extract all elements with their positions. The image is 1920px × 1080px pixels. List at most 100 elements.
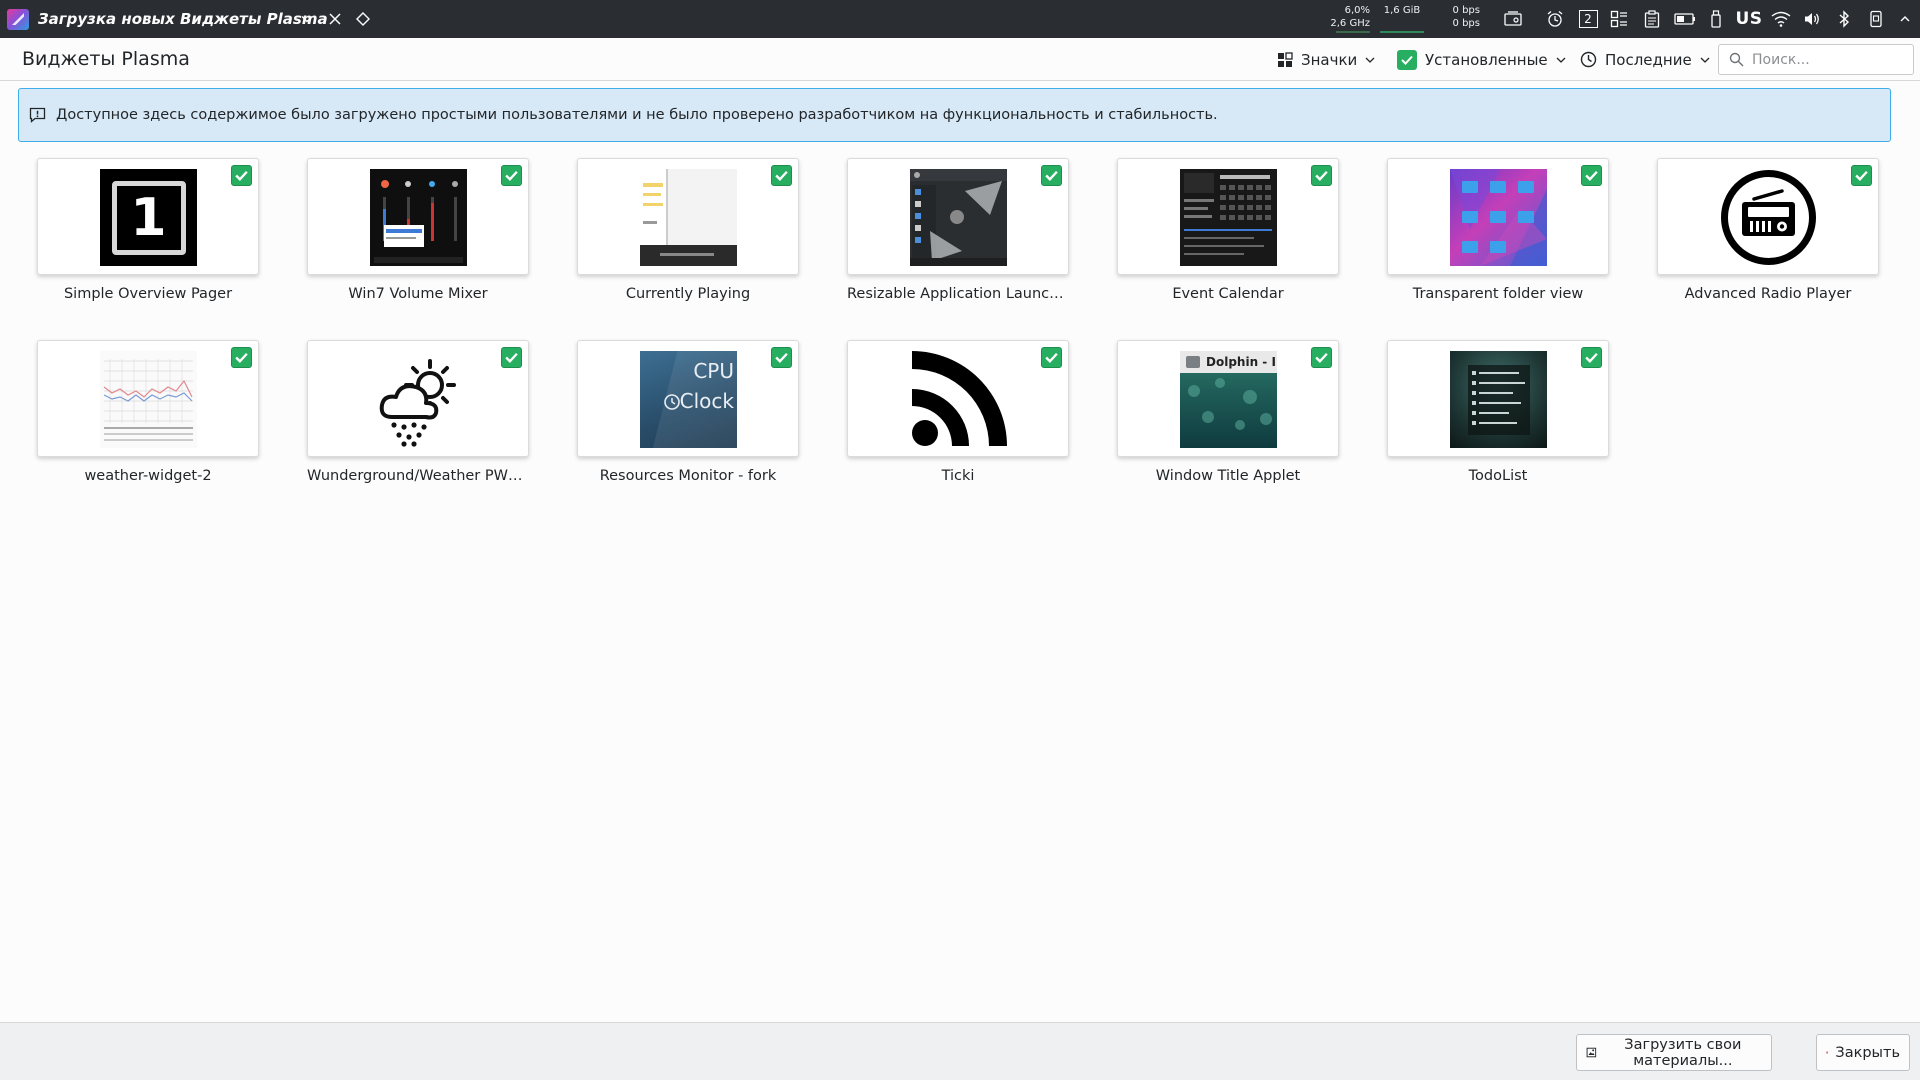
widget-card[interactable] <box>577 158 799 275</box>
info-message-icon <box>29 107 46 123</box>
pager-icon[interactable]: 2 <box>1577 8 1599 30</box>
wifi-icon[interactable] <box>1769 8 1793 30</box>
tray-expand-icon[interactable] <box>1896 8 1914 30</box>
widget-thumbnail <box>640 169 737 266</box>
dialog-footer: Загрузить свои материалы... Закрыть <box>0 1022 1920 1080</box>
alarm-clock-icon[interactable] <box>1544 8 1566 30</box>
widget-card[interactable] <box>307 340 529 457</box>
pager-number: 2 <box>1578 10 1598 28</box>
chevron-down-icon[interactable] <box>297 9 317 29</box>
view-mode-dropdown[interactable]: Значки <box>1277 46 1375 73</box>
installed-checkmark-icon <box>501 347 522 368</box>
installed-checkmark-icon <box>1581 347 1602 368</box>
chevron-down-icon <box>1700 57 1710 63</box>
app-icon[interactable] <box>7 9 29 30</box>
bluetooth-icon[interactable] <box>1834 8 1854 30</box>
battery-icon[interactable] <box>1673 8 1697 30</box>
info-banner: Доступное здесь содержимое было загружен… <box>18 88 1891 142</box>
pager-digit: 1 <box>111 180 186 255</box>
installed-checkmark-icon <box>771 165 792 186</box>
widget-thumbnail <box>910 169 1007 266</box>
installed-filter-label: Установленные <box>1425 50 1548 69</box>
widget-card[interactable] <box>847 158 1069 275</box>
chevron-down-icon <box>1556 57 1566 63</box>
weather-icon <box>370 351 467 448</box>
network-monitor[interactable]: 0 bps 0 bps <box>1440 4 1480 30</box>
installed-filter-dropdown[interactable]: Установленные <box>1397 46 1566 73</box>
widget-name: Event Calendar <box>1172 286 1284 302</box>
installed-checkmark-icon <box>771 347 792 368</box>
sort-order-label: Последние <box>1605 50 1692 69</box>
clock-icon <box>1580 51 1597 68</box>
close-button[interactable]: Закрыть <box>1816 1034 1910 1071</box>
widget-name: Transparent folder view <box>1412 286 1584 302</box>
media-icon[interactable] <box>1502 8 1524 30</box>
radio-icon <box>1720 169 1817 266</box>
window-toolbar: Виджеты Plasma Значки Установленные Посл… <box>0 38 1920 81</box>
widget-card[interactable]: CPU Clock <box>577 340 799 457</box>
net-download: 0 bps <box>1452 18 1480 29</box>
info-banner-text: Доступное здесь содержимое было загружен… <box>56 107 1218 123</box>
sort-order-dropdown[interactable]: Последние <box>1580 46 1710 73</box>
search-icon <box>1729 52 1744 67</box>
task-manager-icon[interactable] <box>1608 8 1630 30</box>
widget-name: Window Title Applet <box>1155 468 1301 484</box>
view-mode-label: Значки <box>1301 50 1358 69</box>
cpu-frequency: 2,6 GHz <box>1330 18 1370 29</box>
widget-thumbnail: 1 <box>100 169 197 266</box>
widget-card[interactable] <box>1657 158 1879 275</box>
search-box[interactable] <box>1718 44 1914 75</box>
checkmark-icon <box>1397 49 1417 70</box>
widget-card[interactable]: 1 <box>37 158 259 275</box>
widget-card[interactable] <box>1387 158 1609 275</box>
widget-thumbnail: Dolphin - I <box>1180 351 1277 448</box>
widget-card[interactable] <box>307 158 529 275</box>
widget-card[interactable] <box>847 340 1069 457</box>
widget-thumbnail: CPU Clock <box>640 351 737 448</box>
widget-thumbnail <box>370 169 467 266</box>
widget-thumbnail <box>1180 169 1277 266</box>
rss-icon <box>910 351 1007 448</box>
keep-above-icon[interactable] <box>353 9 373 29</box>
kdeconnect-icon[interactable] <box>1866 8 1886 30</box>
widget-thumbnail <box>1450 351 1547 448</box>
widget-name: Advanced Radio Player <box>1684 286 1852 302</box>
page-title: Виджеты Plasma <box>22 48 190 70</box>
widget-name: TodoList <box>1468 468 1528 484</box>
widget-card[interactable] <box>1117 158 1339 275</box>
window-title: Загрузка новых Виджеты Plasma <box>38 10 328 28</box>
grid-view-icon <box>1278 51 1293 67</box>
widget-thumbnail <box>100 351 197 448</box>
keyboard-layout[interactable]: US <box>1735 8 1762 30</box>
installed-checkmark-icon <box>501 165 522 186</box>
clock-label: Clock <box>679 389 734 413</box>
upload-icon <box>1586 1047 1597 1058</box>
upload-label: Загрузить свои материалы... <box>1624 1036 1742 1069</box>
search-input[interactable] <box>1752 51 1902 68</box>
widget-name: Ticki <box>941 468 975 484</box>
installed-checkmark-icon <box>231 165 252 186</box>
chevron-down-icon <box>1365 57 1375 63</box>
net-upload: 0 bps <box>1452 5 1480 16</box>
widget-card[interactable] <box>37 340 259 457</box>
widget-thumbnail <box>1450 169 1547 266</box>
memory-monitor[interactable]: 1,6 GiB <box>1378 4 1426 17</box>
memory-usage: 1,6 GiB <box>1383 5 1421 16</box>
top-panel: Загрузка новых Виджеты Plasma 6,0% 2,6 G… <box>0 0 1920 38</box>
clock-icon <box>664 394 680 410</box>
clipboard-icon[interactable] <box>1641 8 1663 30</box>
usb-device-icon[interactable] <box>1706 8 1726 30</box>
volume-icon[interactable] <box>1801 8 1823 30</box>
cpu-monitor[interactable]: 6,0% 2,6 GHz <box>1320 4 1370 30</box>
widget-name: Wunderground/Weather PWS ... <box>307 468 529 484</box>
upload-button[interactable]: Загрузить свои материалы... <box>1576 1034 1772 1071</box>
widget-card[interactable] <box>1387 340 1609 457</box>
installed-checkmark-icon <box>1581 165 1602 186</box>
close-icon[interactable] <box>325 9 345 29</box>
installed-checkmark-icon <box>1311 347 1332 368</box>
close-icon <box>1826 1051 1829 1054</box>
installed-checkmark-icon <box>231 347 252 368</box>
widget-name: weather-widget-2 <box>84 468 212 484</box>
widget-card[interactable]: Dolphin - I <box>1117 340 1339 457</box>
memory-bar <box>1380 31 1424 33</box>
